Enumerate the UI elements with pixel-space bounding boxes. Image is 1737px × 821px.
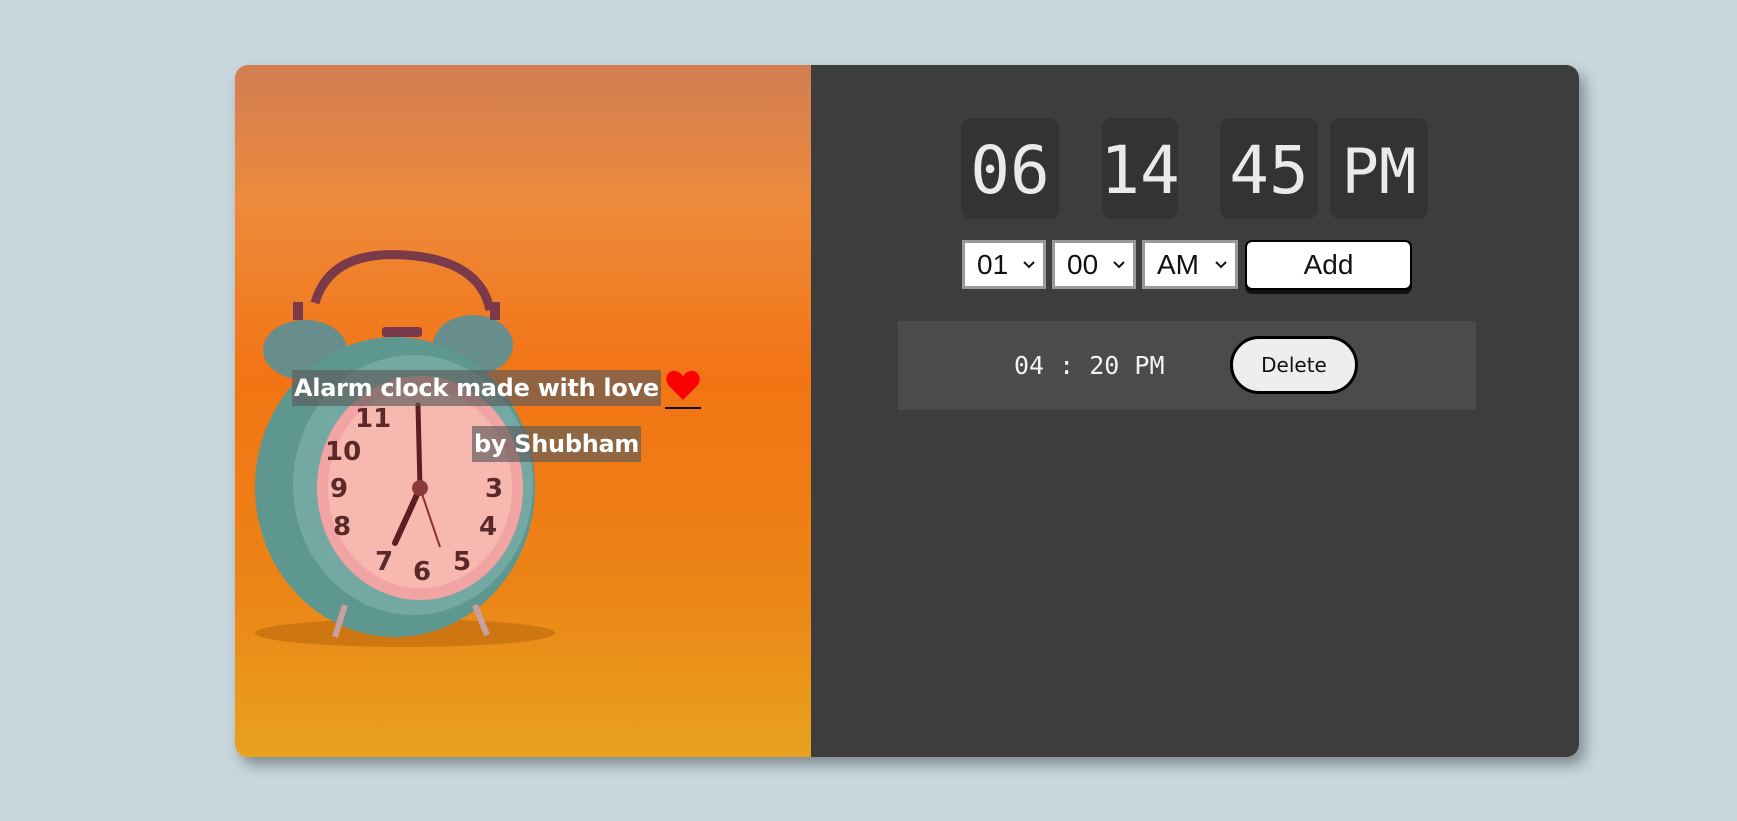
svg-text:7: 7 [375,547,393,577]
seconds-display: 45 [1220,118,1318,219]
svg-text:3: 3 [485,474,503,504]
hours-text: 06 [970,132,1049,209]
seconds-text: 45 [1229,132,1308,209]
heart-icon-svg [666,370,700,400]
minute-select-value: 00 [1067,249,1099,280]
caption-line-1: Alarm clock made with love [292,370,661,406]
minutes-text: 14 [1102,132,1178,209]
hour-select-value: 01 [977,249,1009,280]
ampm-display: PM [1330,118,1428,219]
ampm-digits: PM [1342,135,1417,208]
svg-text:9: 9 [330,474,348,504]
svg-text:10: 10 [325,437,361,467]
illustration-panel: 11 10 9 8 7 6 5 4 3 Alarm clock made wit… [235,65,811,757]
ampm-select-value: AM [1157,249,1199,280]
minutes-display: 14 [1102,118,1178,219]
alarm-app-card: 11 10 9 8 7 6 5 4 3 Alarm clock made wit… [235,65,1579,757]
alarm-clock-illustration: 11 10 9 8 7 6 5 4 3 [255,250,555,647]
seconds-digits: 45 [1229,132,1308,209]
chevron-down-icon [1023,261,1035,269]
ampm-text: PM [1342,135,1417,208]
svg-text:11: 11 [355,404,391,434]
minute-select[interactable]: 00 [1052,240,1136,289]
heart-icon [665,369,701,409]
alarm-list-item: 04 : 20 PM Delete [898,321,1476,410]
svg-text:5: 5 [453,547,471,577]
alarm-panel: 06 14 45 PM 01 00 AM Add 04: 20 PM Dele… [811,65,1579,757]
svg-text:6: 6 [413,557,431,587]
delete-alarm-button[interactable]: Delete [1230,336,1358,394]
minutes-digits: 14 [1102,132,1178,209]
svg-text:4: 4 [479,512,497,542]
ampm-select[interactable]: AM [1142,240,1238,289]
hours-digits: 06 [970,132,1049,209]
svg-text:8: 8 [333,512,351,542]
chevron-down-icon [1215,261,1227,269]
caption-line-2: by Shubham [472,426,642,462]
hours-display: 06 [961,118,1059,219]
chevron-down-icon [1113,261,1125,269]
hour-select[interactable]: 01 [962,240,1046,289]
alarm-time: 04 : 20 PM [1014,351,1165,380]
add-alarm-button[interactable]: Add [1245,240,1412,290]
